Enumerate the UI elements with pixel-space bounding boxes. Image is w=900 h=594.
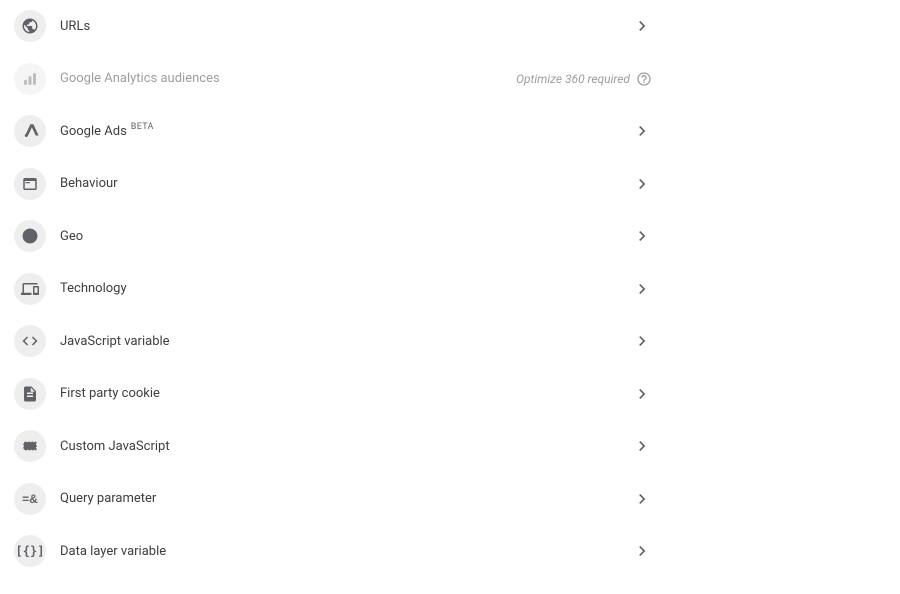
- targeting-list: URLs Google Analytics audiences Optimize…: [0, 0, 900, 578]
- globe-lines-icon: [14, 220, 46, 252]
- item-behaviour[interactable]: Behaviour: [0, 158, 900, 211]
- chevron-right-icon: [632, 121, 652, 141]
- row-right: [632, 331, 652, 351]
- row-right: [632, 226, 652, 246]
- label: Data layer variable: [60, 544, 632, 559]
- chevron-right-icon: [632, 436, 652, 456]
- row-right: [632, 384, 652, 404]
- equals-amp-icon: =&: [14, 483, 46, 515]
- label: Technology: [60, 281, 632, 296]
- row-right: [632, 279, 652, 299]
- chevron-right-icon: [632, 489, 652, 509]
- chevron-right-icon: [632, 541, 652, 561]
- chevron-right-icon: [632, 384, 652, 404]
- label: Custom JavaScript: [60, 439, 632, 454]
- item-technology[interactable]: Technology: [0, 263, 900, 316]
- item-query-param[interactable]: =& Query parameter: [0, 473, 900, 526]
- row-right: [632, 174, 652, 194]
- item-custom-js[interactable]: Custom JavaScript: [0, 420, 900, 473]
- brackets-icon: [{}]: [14, 535, 46, 567]
- devices-icon: [14, 273, 46, 305]
- chevron-right-icon: [632, 174, 652, 194]
- chevron-right-icon: [632, 279, 652, 299]
- meta-text: Optimize 360 required: [516, 72, 630, 86]
- webpage-icon: [14, 168, 46, 200]
- row-right: [632, 16, 652, 36]
- help-icon[interactable]: [636, 71, 652, 87]
- item-ga-audiences: Google Analytics audiences Optimize 360 …: [0, 53, 900, 106]
- code-icon: [14, 325, 46, 357]
- row-right: [632, 121, 652, 141]
- item-google-ads[interactable]: Google Ads BETA: [0, 105, 900, 158]
- label: First party cookie: [60, 386, 632, 401]
- label: Google Ads BETA: [60, 124, 632, 139]
- label: Google Analytics audiences: [60, 71, 516, 86]
- item-data-layer[interactable]: [{}] Data layer variable: [0, 525, 900, 578]
- label: URLs: [60, 19, 632, 34]
- file-icon: [14, 378, 46, 410]
- label: Behaviour: [60, 176, 632, 191]
- globe-icon: [14, 10, 46, 42]
- label: Geo: [60, 229, 632, 244]
- label: JavaScript variable: [60, 334, 632, 349]
- ads-icon: [14, 115, 46, 147]
- item-cookie[interactable]: First party cookie: [0, 368, 900, 421]
- chevron-right-icon: [632, 226, 652, 246]
- ticket-icon: [14, 430, 46, 462]
- row-right: [632, 436, 652, 456]
- item-urls[interactable]: URLs: [0, 0, 900, 53]
- label: Query parameter: [60, 491, 632, 506]
- chevron-right-icon: [632, 16, 652, 36]
- row-right: Optimize 360 required: [516, 71, 652, 87]
- row-right: [632, 541, 652, 561]
- beta-badge: BETA: [131, 122, 154, 132]
- analytics-icon: [14, 63, 46, 95]
- item-geo[interactable]: Geo: [0, 210, 900, 263]
- chevron-right-icon: [632, 331, 652, 351]
- row-right: [632, 489, 652, 509]
- item-js-variable[interactable]: JavaScript variable: [0, 315, 900, 368]
